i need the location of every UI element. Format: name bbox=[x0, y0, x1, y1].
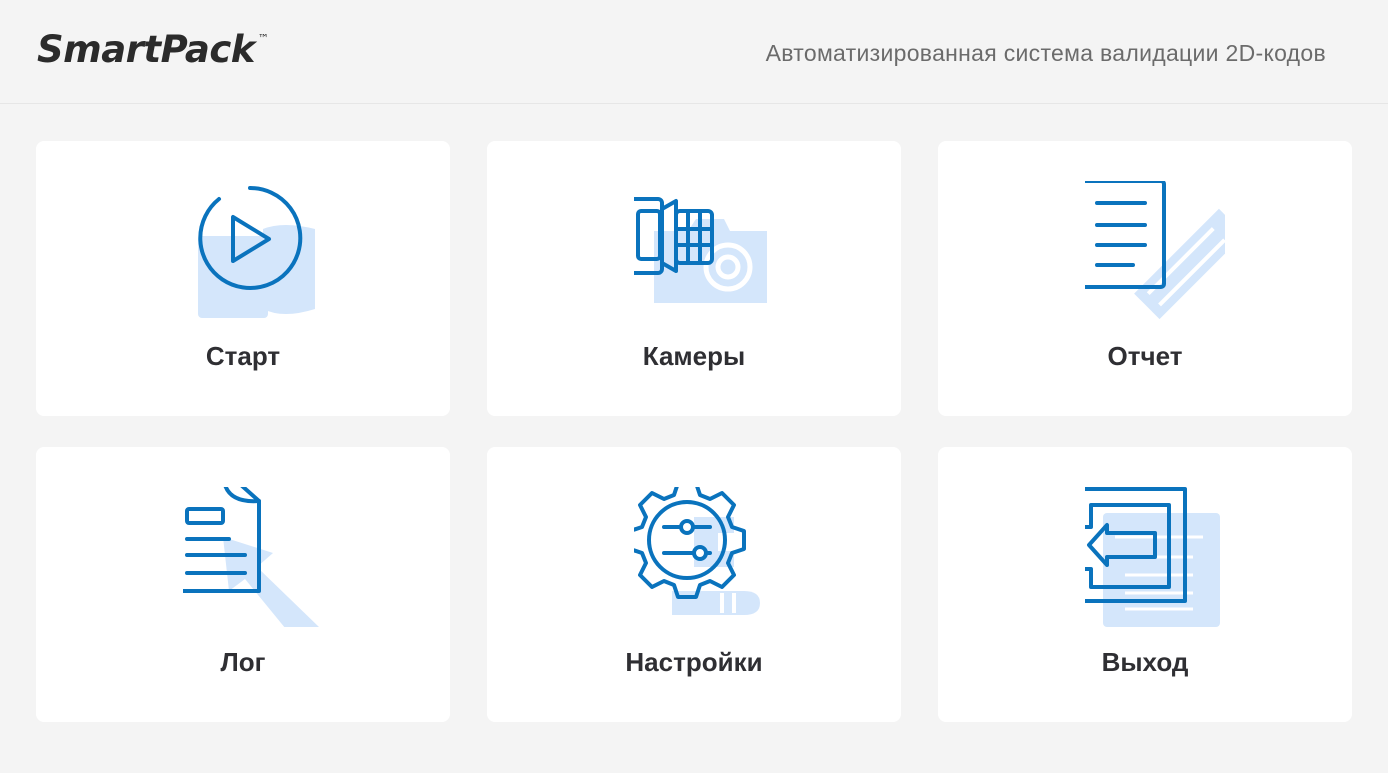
report-label: Отчет bbox=[1107, 341, 1183, 371]
exit-label: Выход bbox=[1101, 647, 1189, 677]
settings-gear-icon bbox=[634, 487, 774, 627]
cameras-tile[interactable]: Камеры bbox=[487, 141, 901, 416]
app-subtitle: Автоматизированная система валидации 2D-… bbox=[765, 40, 1326, 66]
start-tile[interactable]: Старт bbox=[36, 141, 450, 416]
logo-trademark: ™ bbox=[257, 32, 269, 45]
play-icon bbox=[183, 181, 323, 321]
cameras-label: Камеры bbox=[642, 341, 746, 371]
log-icon bbox=[183, 487, 323, 627]
report-tile[interactable]: Отчет bbox=[938, 141, 1352, 416]
exit-icon bbox=[1085, 487, 1225, 627]
app-header: SmartPack ™ Автоматизированная система ва… bbox=[0, 0, 1388, 104]
logo-text: SmartPack bbox=[37, 28, 255, 71]
exit-tile[interactable]: Выход bbox=[938, 447, 1352, 722]
app-logo: SmartPack ™ bbox=[37, 28, 269, 71]
main-menu-grid: Старт Камеры Отчет Лог Настройки Выход bbox=[36, 141, 1352, 722]
start-label: Старт bbox=[205, 341, 281, 371]
log-tile[interactable]: Лог bbox=[36, 447, 450, 722]
camera-icon bbox=[634, 181, 774, 321]
report-icon bbox=[1085, 181, 1225, 321]
settings-tile[interactable]: Настройки bbox=[487, 447, 901, 722]
settings-label: Настройки bbox=[625, 647, 763, 677]
log-label: Лог bbox=[220, 647, 266, 677]
